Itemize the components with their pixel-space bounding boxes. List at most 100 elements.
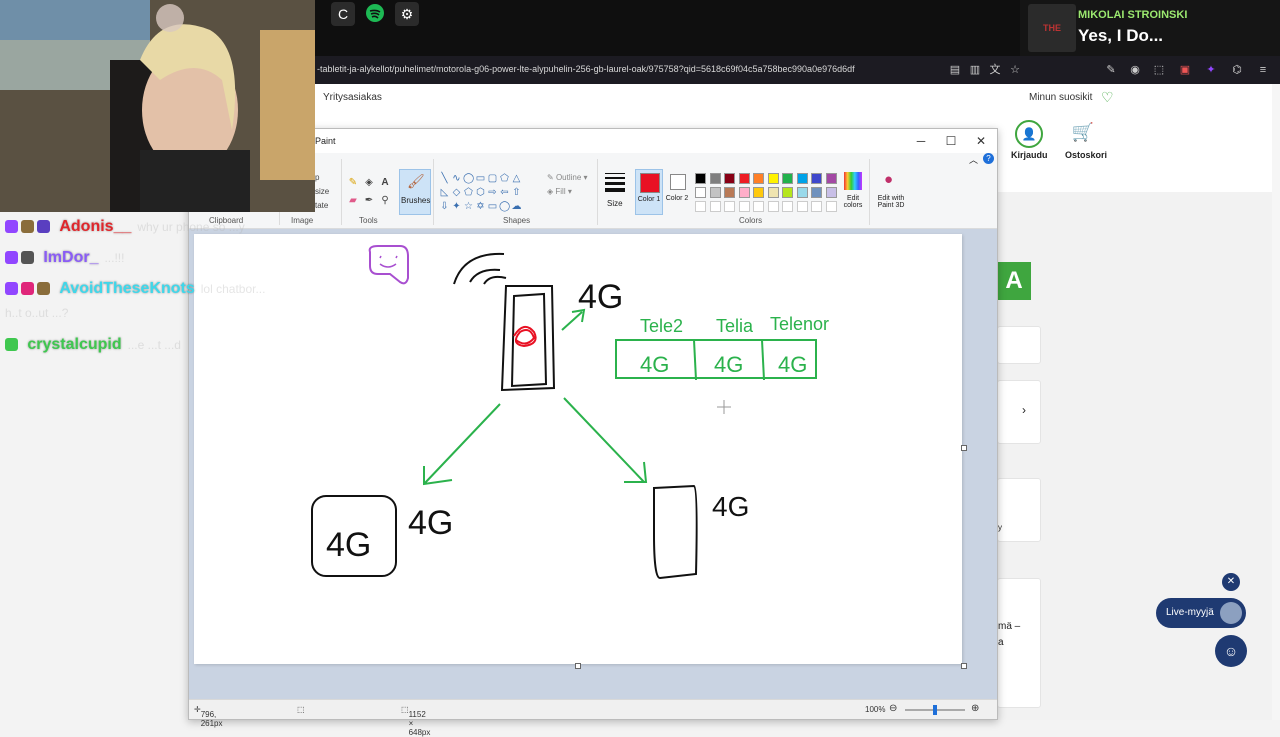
polygon-shape-icon[interactable]: ⬠ [499,173,510,184]
color-swatch[interactable] [709,187,721,198]
rounded-rect-shape-icon[interactable]: ▢ [487,173,498,184]
game-icon[interactable]: ⌬ [1229,62,1245,78]
resize-handle-corner[interactable] [961,663,967,669]
maximize-button[interactable]: ☐ [937,132,965,150]
empty-color-swatch[interactable] [738,201,750,212]
color-swatch[interactable] [753,187,764,198]
chevron-right-icon[interactable]: › [1022,403,1026,417]
empty-color-swatch[interactable] [709,201,721,212]
delivery-card[interactable]: › [997,380,1041,444]
callout-rect-shape-icon[interactable]: ▭ [487,201,498,212]
star6-shape-icon[interactable]: ✡ [475,201,486,212]
color-swatch[interactable] [724,187,735,198]
reader-icon[interactable]: ▤ [947,62,963,78]
brushes-button[interactable]: 🖌 Brushes [399,169,431,215]
callout-oval-shape-icon[interactable]: ◯ [499,201,510,212]
magnifier-icon[interactable]: ⚲ [379,195,391,207]
energy-label[interactable]: A [997,262,1031,300]
empty-color-swatch[interactable] [767,201,779,212]
size-button[interactable]: Size [603,171,627,211]
star5-shape-icon[interactable]: ☆ [463,201,474,212]
account-icon[interactable]: ◉ [1127,62,1143,78]
text-icon[interactable]: A [379,177,391,189]
offer-card[interactable]: mä – a [997,578,1041,708]
hexagon-shape-icon[interactable]: ⬡ [475,187,486,198]
color-swatch[interactable] [695,187,706,198]
arrow-left-shape-icon[interactable]: ⇦ [499,187,510,198]
empty-color-swatch[interactable] [695,201,706,212]
color-swatch[interactable] [811,173,822,184]
color-swatch[interactable] [695,173,706,184]
arrow-down-shape-icon[interactable]: ⇩ [439,201,450,212]
paint3d-button[interactable]: ● Edit with Paint 3D [871,169,911,213]
color-swatch[interactable] [825,187,837,198]
zoom-out-icon[interactable]: ⊖ [889,703,897,714]
help-icon[interactable]: ? [983,153,994,164]
pentagon-shape-icon[interactable]: ⬠ [463,187,474,198]
curve-shape-icon[interactable]: ∿ [451,173,462,184]
chatbot-icon[interactable]: ☺ [1215,635,1247,667]
translate-icon[interactable]: 文 [987,62,1003,78]
eraser-icon[interactable]: ▰ [347,195,359,207]
diamond-shape-icon[interactable]: ◇ [451,187,462,198]
rotate-button[interactable]: tate [315,201,328,210]
zoom-in-icon[interactable]: ⊕ [971,703,979,714]
fill-icon[interactable]: ◈ [363,177,375,189]
cloud-shape-icon[interactable]: ☁ [511,201,522,212]
empty-color-swatch[interactable] [796,201,808,212]
right-triangle-shape-icon[interactable]: ◺ [439,187,450,198]
url-text[interactable]: -tabletit-ja-alykellot/puhelimet/motorol… [317,64,855,74]
page-icon[interactable]: ▥ [967,62,983,78]
scrollbar[interactable] [1272,84,1280,720]
star-icon[interactable]: ☆ [1007,62,1023,78]
color-swatch[interactable] [825,173,837,184]
empty-color-swatch[interactable] [811,201,822,212]
color1-button[interactable]: Color 1 [635,169,663,215]
twitch-icon[interactable]: ✦ [1203,62,1219,78]
line-shape-icon[interactable]: ╲ [439,173,450,184]
fill-dropdown[interactable]: ◈ Fill ▾ [547,187,572,196]
color-swatch[interactable] [738,187,750,198]
crop-button[interactable]: p [315,173,319,182]
resize-handle-right[interactable] [961,445,967,451]
color-swatch[interactable] [724,173,735,184]
star4-shape-icon[interactable]: ✦ [451,201,462,212]
user-icon[interactable]: 👤 [1015,120,1043,148]
notification-icon[interactable]: ▣ [1177,62,1193,78]
favorites-link[interactable]: Minun suosikit [1029,92,1092,103]
login-link[interactable]: Kirjaudu [1011,150,1048,160]
zoom-slider[interactable] [905,705,965,715]
pencil-icon[interactable]: ✎ [347,177,359,189]
close-button[interactable]: ✕ [967,132,995,150]
empty-color-swatch[interactable] [825,201,837,212]
color-palette[interactable] [693,171,843,215]
color-swatch[interactable] [811,187,822,198]
info-card[interactable] [997,326,1041,364]
color-swatch[interactable] [738,173,750,184]
color-swatch[interactable] [767,173,779,184]
cart-link[interactable]: Ostoskori [1065,150,1107,160]
extension-icon[interactable]: ⬚ [1151,62,1167,78]
color-swatch[interactable] [796,173,808,184]
arrow-right-shape-icon[interactable]: ⇨ [487,187,498,198]
address-bar[interactable]: -tabletit-ja-alykellot/puhelimet/motorol… [315,56,1280,84]
arrow-up-shape-icon[interactable]: ⇧ [511,187,522,198]
tools-icon[interactable]: ✎ [1103,62,1119,78]
empty-color-swatch[interactable] [782,201,793,212]
option-card[interactable]: y [997,478,1041,542]
close-icon[interactable]: ✕ [1222,573,1240,591]
zoom-slider-thumb[interactable] [933,705,937,715]
minimize-button[interactable]: ─ [907,132,935,150]
resize-button[interactable]: size [315,187,329,196]
color2-button[interactable]: Color 2 [664,169,690,213]
color-swatch[interactable] [753,173,764,184]
collapse-ribbon-icon[interactable]: ︿ [969,153,978,166]
c-browser-icon[interactable]: C [331,2,355,26]
edit-colors-button[interactable]: Edit colors [841,169,865,213]
color-picker-icon[interactable]: ✒ [363,195,375,207]
color-swatch[interactable] [782,187,793,198]
business-link[interactable]: Yritysasiakas [323,92,382,103]
empty-color-swatch[interactable] [724,201,735,212]
spotify-icon[interactable] [363,2,387,26]
app-icon[interactable]: ⚙ [395,2,419,26]
